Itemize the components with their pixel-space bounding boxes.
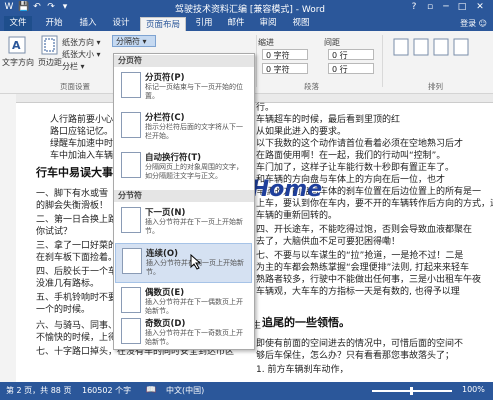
indent-right-input[interactable]: 0 字符	[262, 63, 308, 74]
word-count[interactable]: 160502 个字	[82, 385, 131, 396]
menu-item-column-break[interactable]: 分栏符(C) 指示分栏符后面的文字将从下一栏开始。	[115, 108, 252, 148]
proofing-icon[interactable]: 📖	[146, 385, 156, 394]
menu-item-text-wrapping[interactable]: 自动换行符(T) 分隔网页上的对象周围的文字，如分隔题注文字与正文。	[115, 148, 252, 188]
doc-text-right: 去了，大脑供血不足可要犯困得嘞！	[256, 237, 401, 247]
vertical-ruler	[0, 94, 16, 382]
tab-review[interactable]: 审阅	[254, 16, 282, 31]
title-bar: W 💾 ↶ ↷ ▾ 驾驶技术资料汇编 [兼容模式] - Word ? ▫ ─ □…	[0, 0, 493, 16]
columns-button[interactable]: 分栏 ▾	[62, 61, 85, 72]
menu-item-title: 自动换行符(T)	[145, 153, 202, 163]
tab-design[interactable]: 设计	[107, 16, 135, 31]
menu-item-title: 分栏符(C)	[145, 113, 185, 123]
doc-text-left: 你试试？	[36, 227, 73, 237]
spacing-after-input[interactable]: 0 行	[328, 63, 374, 74]
minimize-icon[interactable]: ─	[438, 1, 454, 14]
menu-item-desc: 分隔网页上的对象周围的文字，如分隔题注文字与正文。	[145, 163, 243, 180]
status-bar: 第 2 页，共 88 页 160502 个字 📖 中文(中国) 100%	[0, 382, 493, 400]
doc-text-left: 在刹车板下面捡着。	[36, 253, 118, 263]
breaks-dropdown: 分页符 分页符(P) 标记一页结束与下一页开始的位置。 分栏符(C) 指示分栏符…	[113, 53, 255, 350]
menu-item-continuous[interactable]: 连续(O) 插入分节符并在同一页上开始新节。	[115, 243, 252, 283]
page-indicator[interactable]: 第 2 页，共 88 页	[6, 385, 71, 396]
column-break-icon	[121, 112, 141, 138]
doc-text-right: 车辆的重新回转的。	[256, 211, 338, 221]
close-icon[interactable]: ✕	[472, 1, 488, 14]
doc-heading-right: 追尾的一些领悟。	[262, 316, 350, 329]
undo-icon[interactable]: ↶	[32, 2, 42, 12]
text-wrapping-icon	[121, 152, 141, 178]
tab-view[interactable]: 视图	[287, 16, 315, 31]
doc-text-left: 车中加油入车辆。	[50, 151, 123, 161]
tab-insert[interactable]: 插入	[74, 16, 102, 31]
tab-references[interactable]: 引用	[190, 16, 218, 31]
menu-item-title: 下一页(N)	[145, 208, 186, 218]
doc-text-left: 的脚会失衡滑板！	[36, 201, 109, 211]
doc-heading-left: 行车中易误大事的	[36, 166, 124, 179]
page-break-icon	[121, 72, 141, 98]
doc-text-right: 1. 前方车辆刹车动作，	[256, 365, 349, 375]
arrange-group-label: 排列	[428, 82, 443, 91]
ribbon-tabs: 文件 开始 插入 设计 页面布局 引用 邮件 审阅 视图 登录 ☺	[0, 16, 493, 32]
zoom-level[interactable]: 100%	[462, 385, 485, 394]
menu-item-next-page[interactable]: 下一页(N) 插入分节符并在下一页上开始新节。	[115, 203, 252, 243]
save-icon[interactable]: 💾	[18, 2, 29, 12]
tab-mailings[interactable]: 邮件	[222, 16, 250, 31]
menu-item-page-break[interactable]: 分页符(P) 标记一页结束与下一页开始的位置。	[115, 68, 252, 108]
spacing-before-input[interactable]: 0 行	[328, 49, 374, 60]
doc-text-left: 没准几有路标。	[36, 279, 100, 289]
menu-item-desc: 指示分栏符后面的文字将从下一栏开始。	[145, 123, 243, 140]
redo-icon[interactable]: ↷	[46, 2, 56, 12]
size-button[interactable]: 纸张大小 ▾	[62, 49, 101, 60]
tab-file[interactable]: 文件	[4, 16, 32, 31]
qat-customize-icon[interactable]: ▾	[60, 2, 70, 12]
breaks-button[interactable]: 分隔符 ▾	[116, 36, 147, 47]
next-page-icon	[121, 207, 141, 233]
tab-home[interactable]: 开始	[40, 16, 68, 31]
doc-text-right: 车辆观，大车车的方指标一天是有数的, 也得予以理	[256, 287, 460, 297]
section-header-page-breaks: 分页符	[114, 55, 254, 67]
tab-page-layout[interactable]: 页面布局	[140, 17, 186, 32]
continuous-icon	[122, 248, 142, 274]
arrange-icons[interactable]	[392, 37, 482, 67]
menu-item-title: 分页符(P)	[145, 73, 185, 83]
menu-item-odd-page[interactable]: 奇数页(D) 插入分节符并在下一奇数页上开始新节。	[115, 314, 252, 354]
orientation-button[interactable]: 纸张方向 ▾	[62, 37, 101, 48]
margins-button[interactable]: 页边距	[38, 57, 62, 68]
indent-left-input[interactable]: 0 字符	[262, 49, 308, 60]
section-header-section-breaks: 分节符	[114, 190, 254, 202]
ribbon-separator	[382, 35, 383, 87]
help-icon[interactable]: ?	[406, 1, 422, 14]
text-direction-icon[interactable]: A	[6, 35, 28, 55]
menu-item-desc: 插入分节符并在下一页上开始新节。	[145, 218, 243, 235]
language-indicator[interactable]: 中文(中国)	[166, 385, 204, 396]
word-logo-icon: W	[4, 2, 14, 12]
svg-text:A: A	[12, 39, 21, 52]
doc-text-right: 够后车保住，怎么办？只有看看那您事故落头了；	[256, 351, 455, 361]
even-page-icon	[121, 287, 141, 313]
maximize-icon[interactable]: □	[454, 1, 470, 14]
odd-page-icon	[121, 318, 141, 344]
mouse-pointer-icon	[190, 253, 202, 270]
menu-item-desc: 标记一页结束与下一页开始的位置。	[145, 83, 243, 100]
margins-icon[interactable]	[40, 35, 60, 55]
page-setup-group-label: 页面设置	[60, 82, 90, 91]
spacing-label: 间距	[324, 38, 340, 47]
menu-item-desc: 插入分节符并在下一奇数页上开始新节。	[145, 329, 243, 346]
indent-label: 缩进	[258, 38, 274, 47]
ribbon-display-icon[interactable]: ▫	[422, 1, 438, 14]
text-direction-button[interactable]: 文字方向	[2, 57, 34, 68]
doc-text-left: 一个的时候。	[36, 305, 91, 315]
menu-item-title: 奇数页(D)	[145, 319, 186, 329]
menu-item-title: 偶数页(E)	[145, 288, 185, 298]
menu-item-title: 连续(O)	[146, 249, 178, 259]
window-title: 驾驶技术资料汇编 [兼容模式] - Word	[175, 5, 325, 15]
ribbon-separator	[256, 35, 257, 87]
paragraph-group-label: 段落	[304, 82, 319, 91]
sign-in-link[interactable]: 登录 ☺	[460, 18, 487, 29]
zoom-slider-thumb[interactable]	[410, 387, 413, 395]
